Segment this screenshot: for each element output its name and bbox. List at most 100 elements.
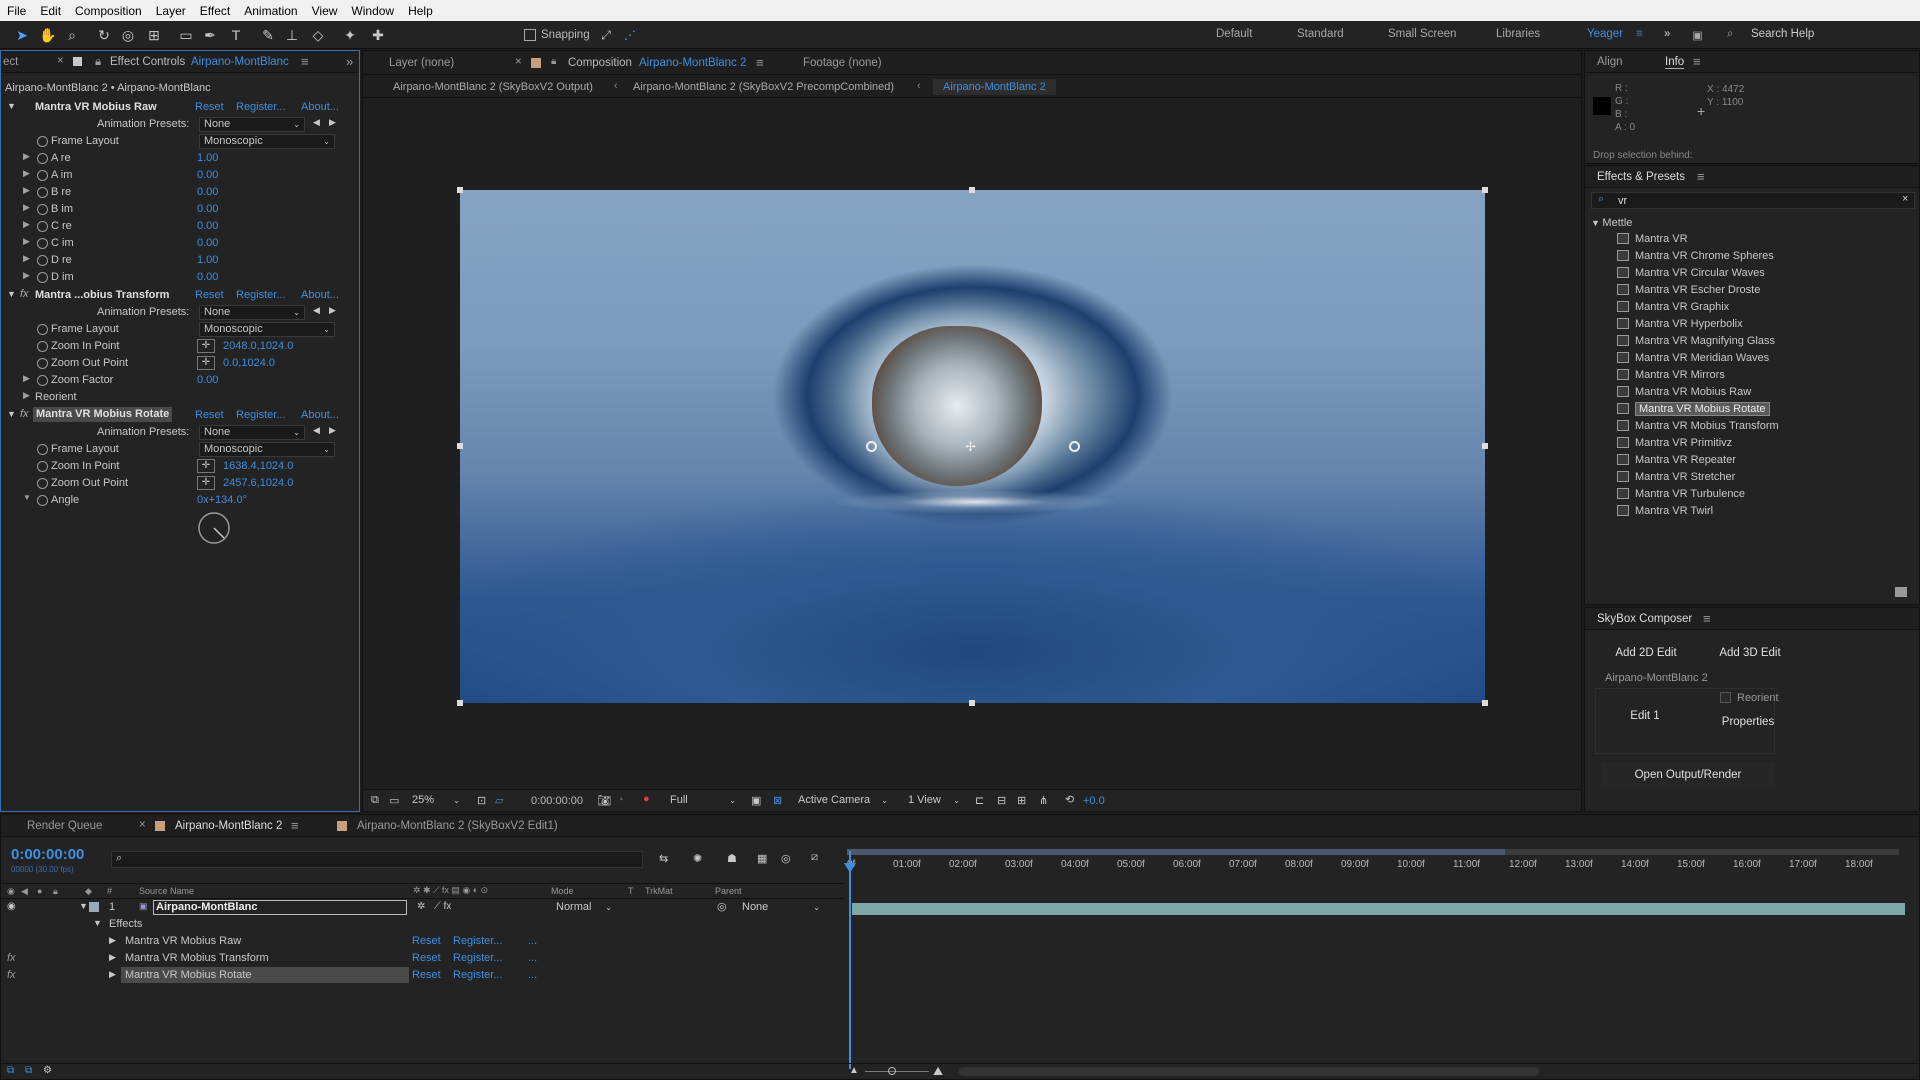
pen-tool-icon[interactable]: ✒	[200, 25, 220, 45]
fx-icon[interactable]: fx	[7, 969, 16, 981]
close-icon[interactable]: ×	[515, 56, 522, 68]
stopwatch-icon[interactable]	[37, 221, 48, 232]
register-link[interactable]: Register...	[453, 935, 503, 947]
work-area-bar[interactable]	[847, 849, 1899, 855]
orbit-camera-icon[interactable]: ◎	[118, 25, 138, 45]
collapse-triangle-icon[interactable]: ▼	[23, 493, 31, 502]
menu-composition[interactable]: Composition	[68, 4, 149, 18]
modes-pane-icon[interactable]: ⧉	[25, 1065, 32, 1076]
roi-icon[interactable]: ▣	[751, 794, 761, 807]
puppet-pin-icon[interactable]: ✚	[368, 25, 388, 45]
close-icon[interactable]: ×	[57, 55, 64, 67]
menu-effect[interactable]: Effect	[193, 4, 237, 18]
lock-icon[interactable]	[73, 57, 82, 66]
transform-handle[interactable]	[1482, 187, 1488, 193]
roto-brush-icon[interactable]: ✦	[340, 25, 360, 45]
effect-header-mobius-rotate[interactable]: ▼ fx Mantra VR Mobius Rotate Reset Regis…	[1, 406, 359, 424]
param-value[interactable]: 0.0,1024.0	[223, 357, 275, 369]
animation-presets-dropdown[interactable]: None ⌄	[199, 305, 305, 320]
anchor-tool-icon[interactable]: ⊞	[144, 25, 164, 45]
stopwatch-icon[interactable]	[37, 461, 48, 472]
parent-dropdown[interactable]: None ⌄	[737, 900, 825, 915]
effect-row[interactable]: ▶ Mantra VR Mobius Raw Reset Register...…	[1, 933, 844, 950]
effect-preset-item[interactable]: Mantra VR Graphix	[1617, 301, 1729, 318]
expand-triangle-icon[interactable]: ▶	[23, 373, 30, 384]
breadcrumb-item-active[interactable]: Airpano-MontBlanc 2	[933, 79, 1056, 95]
layer-row[interactable]: ◉ ▼ 1 ▣ Airpano-MontBlanc ✲ ⟋ fx Normal ⌄…	[1, 899, 844, 916]
stopwatch-icon[interactable]	[37, 495, 48, 506]
clear-search-icon[interactable]: ×	[1902, 193, 1908, 205]
reorient-checkbox[interactable]	[1720, 692, 1731, 703]
workspace-standard[interactable]: Standard	[1297, 28, 1344, 40]
clone-stamp-icon[interactable]: ⊥	[282, 25, 302, 45]
snapping-checkbox[interactable]	[524, 29, 536, 41]
draft-3d-icon[interactable]: ✺	[693, 852, 702, 865]
timeline-comp-tab[interactable]: Airpano-MontBlanc 2	[175, 820, 282, 832]
menu-edit[interactable]: Edit	[33, 4, 68, 18]
effects-search-input[interactable]: ⌕ vr ×	[1591, 192, 1915, 209]
param-value[interactable]: 0.00	[197, 271, 218, 283]
reset-link[interactable]: Reset	[412, 952, 441, 964]
about-link[interactable]: About...	[301, 101, 339, 113]
flowchart-icon[interactable]: ⋔	[1039, 794, 1048, 807]
frame-layout-dropdown[interactable]: Monoscopic ⌄	[199, 134, 335, 149]
effect-header-mobius-transform[interactable]: ▼ fx Mantra ...obius Transform Reset Reg…	[1, 286, 359, 304]
project-tab[interactable]: ect	[3, 56, 18, 68]
anchor-point-icon[interactable]: ✢	[965, 439, 976, 455]
crosshair-icon[interactable]: ✛	[197, 476, 215, 490]
eraser-tool-icon[interactable]: ◇	[308, 25, 328, 45]
panel-menu-icon[interactable]: ≡	[1697, 169, 1705, 184]
collapse-triangle-icon[interactable]: ▼	[1591, 218, 1602, 228]
more-link[interactable]: ...	[528, 969, 537, 981]
animation-presets-dropdown[interactable]: None ⌄	[199, 117, 305, 132]
stopwatch-icon[interactable]	[37, 136, 48, 147]
graph-editor-icon[interactable]: ⧄	[811, 851, 818, 864]
panel-menu-icon[interactable]: ≡	[756, 55, 764, 70]
crosshair-icon[interactable]: ✛	[197, 356, 215, 370]
effect-preset-item[interactable]: Mantra VR Primitivz	[1617, 437, 1732, 454]
param-value[interactable]: 0.00	[197, 374, 218, 386]
brush-tool-icon[interactable]: ✎	[258, 25, 278, 45]
show-snapshot-icon[interactable]: ◔	[617, 794, 624, 806]
effect-controls-tab[interactable]: Effect Controls	[110, 56, 185, 68]
transform-handle[interactable]	[457, 443, 463, 449]
register-link[interactable]: Register...	[453, 952, 503, 964]
expand-triangle-icon[interactable]: ▶	[23, 219, 30, 230]
param-value[interactable]: 1.00	[197, 152, 218, 164]
zoom-in-icon[interactable]: ⛰	[933, 1064, 943, 1079]
collapse-triangle-icon[interactable]: ▼	[7, 289, 16, 299]
zoom-out-point-handle[interactable]	[1069, 441, 1080, 452]
layer-name[interactable]: Airpano-MontBlanc	[153, 900, 407, 915]
layer-switches-icons[interactable]: ✲ ⟋ fx	[417, 901, 451, 912]
toggle-pixel-icon[interactable]: ⊏	[975, 794, 984, 807]
collapse-triangle-icon[interactable]: ▼	[93, 918, 102, 928]
param-value[interactable]: 0.00	[197, 203, 218, 215]
about-link[interactable]: About...	[301, 409, 339, 421]
transform-handle[interactable]	[457, 700, 463, 706]
stopwatch-icon[interactable]	[37, 358, 48, 369]
magnification-dropdown[interactable]: 25% ⌄	[407, 793, 465, 808]
composition-tab[interactable]: Composition	[568, 57, 632, 69]
expand-triangle-icon[interactable]: ▶	[23, 168, 30, 179]
reset-link[interactable]: Reset	[195, 289, 224, 301]
current-time[interactable]: 0:00:00:00	[531, 795, 583, 807]
param-value[interactable]: 0.00	[197, 220, 218, 232]
motion-blur-icon[interactable]: ◎	[781, 852, 791, 865]
transform-handle[interactable]	[1482, 700, 1488, 706]
transform-handle[interactable]	[1482, 443, 1488, 449]
effects-presets-tab[interactable]: Effects & Presets	[1597, 171, 1685, 183]
snap-options-icon[interactable]: ⋰	[620, 25, 640, 45]
register-link[interactable]: Register...	[236, 409, 286, 421]
transparency-grid-icon[interactable]: ⊠	[773, 794, 782, 807]
align-tab[interactable]: Align	[1597, 56, 1623, 68]
expand-triangle-icon[interactable]: ▶	[23, 202, 30, 213]
workspace-default[interactable]: Default	[1216, 28, 1252, 40]
stopwatch-icon[interactable]	[37, 204, 48, 215]
effect-preset-item[interactable]: Mantra VR Mirrors	[1617, 369, 1725, 386]
stopwatch-icon[interactable]	[37, 478, 48, 489]
rotate-tool-icon[interactable]: ↻	[94, 25, 114, 45]
properties-button[interactable]: Properties	[1715, 714, 1781, 730]
expand-triangle-icon[interactable]: ▶	[23, 390, 30, 401]
info-tab[interactable]: Info	[1665, 56, 1685, 69]
views-dropdown[interactable]: 1 View ⌄	[903, 793, 965, 808]
